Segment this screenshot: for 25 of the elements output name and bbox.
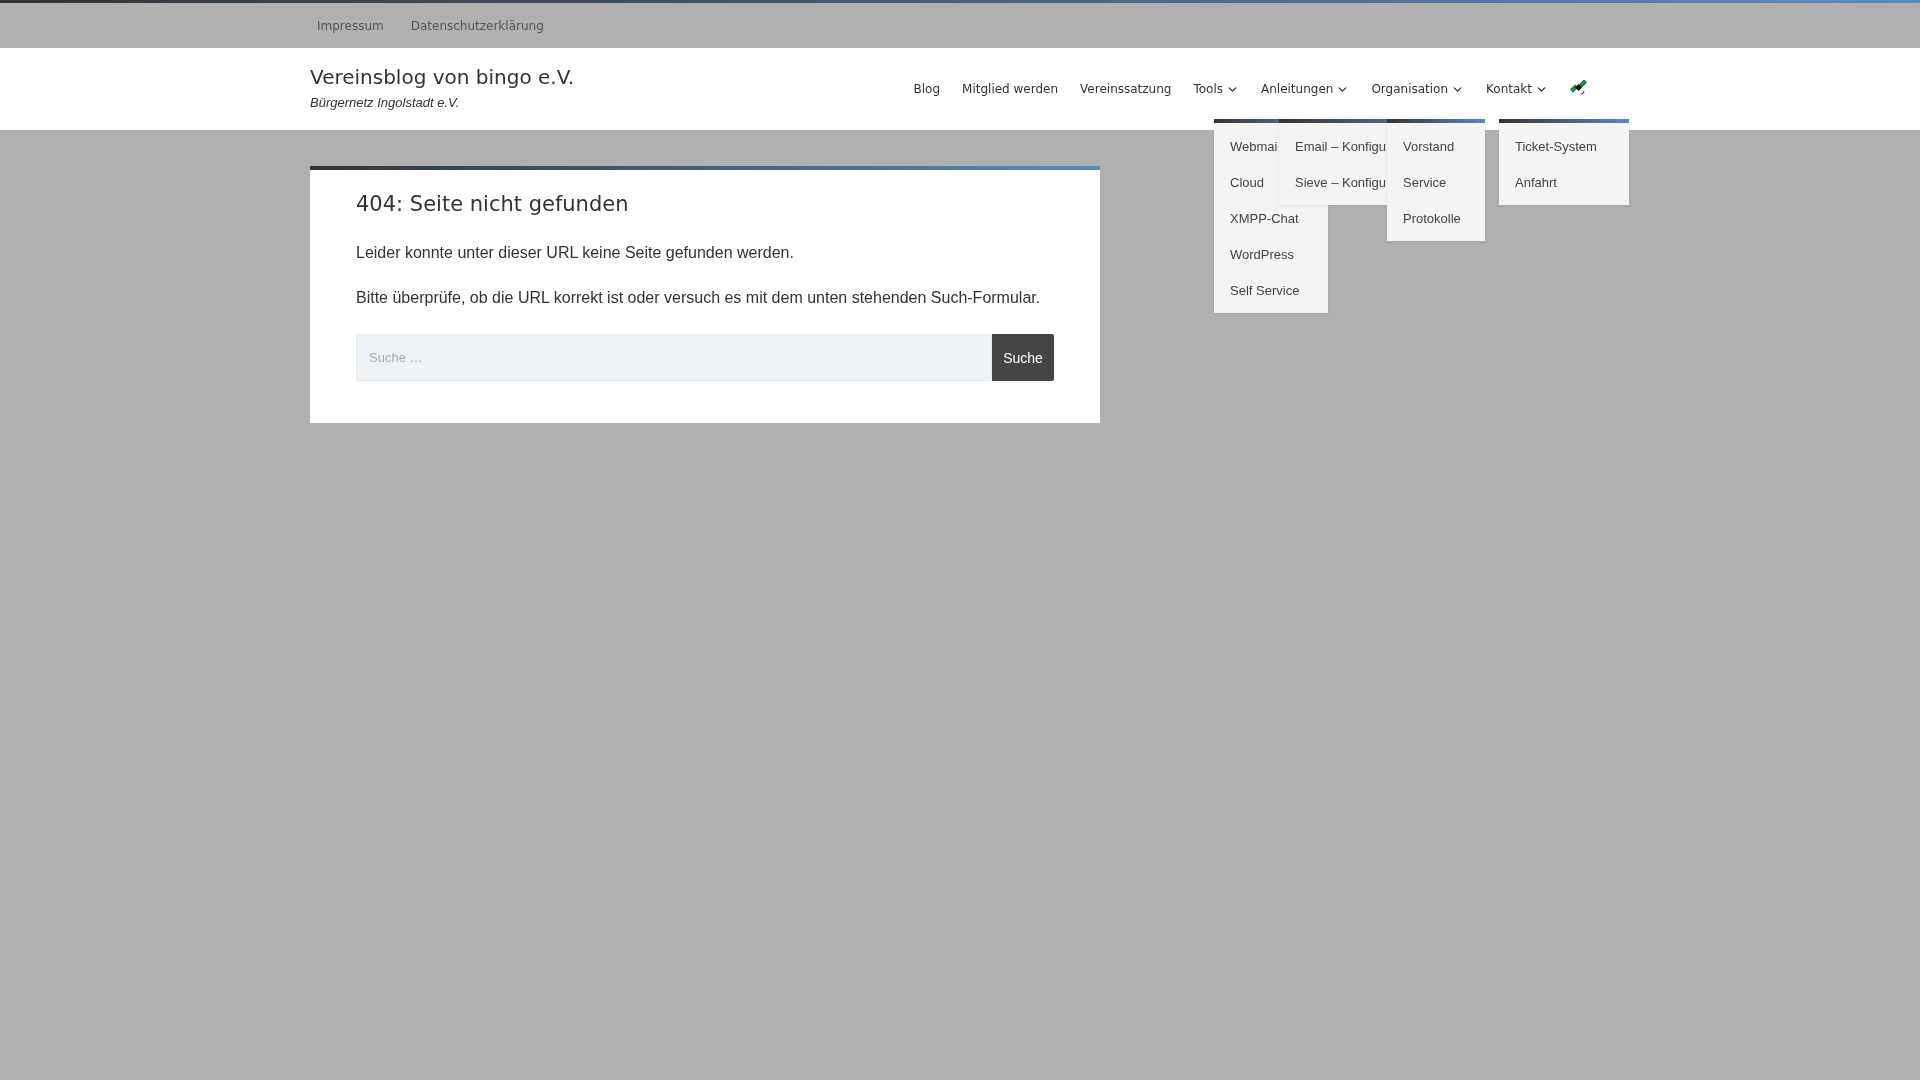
- nav-menu-item[interactable]: Organisation: [1371, 82, 1465, 96]
- nav-menu-item[interactable]: Vereinssatzung: [1080, 82, 1172, 96]
- dropdown-menu-item[interactable]: Service: [1387, 165, 1485, 201]
- site-title[interactable]: Vereinsblog von bingo e.V.: [310, 64, 575, 89]
- dropdown-menu-item[interactable]: Self Service: [1214, 273, 1328, 309]
- paragraph: Bitte überprüfe, ob die URL korrekt ist oder versuch es mit dem unten stehenden Such-Formular.: [356, 289, 1042, 307]
- paragraph: Leider konnte unter dieser URL keine Seite gefunden werden.: [356, 244, 795, 262]
- satellite-icon[interactable]: [1570, 80, 1588, 98]
- page-heading: 404: Seite nicht gefunden: [356, 192, 630, 216]
- top-bar-link[interactable]: Datenschutzerklärung: [403, 18, 556, 33]
- search-field[interactable]: Suche …: [356, 334, 992, 381]
- nav-menu-item[interactable]: Mitglied werden: [962, 82, 1059, 96]
- dropdown-menu-item[interactable]: Ticket-System: [1499, 129, 1629, 165]
- search-button[interactable]: Suche: [992, 334, 1054, 381]
- dropdown-menu-item[interactable]: XMPP-Chat: [1214, 201, 1328, 237]
- nav-menu-item[interactable]: Blog: [913, 82, 941, 96]
- nav-menu-item[interactable]: Kontakt: [1486, 82, 1548, 96]
- dropdown-menu-item[interactable]: WordPress: [1214, 237, 1328, 273]
- nav-menu-item[interactable]: Tools: [1193, 82, 1239, 96]
- dropdown-menu-item[interactable]: Vorstand: [1387, 129, 1485, 165]
- site-tagline: Bürgernetz Ingolstadt e.V.: [310, 94, 461, 110]
- dropdown-menu-item[interactable]: Protokolle: [1387, 201, 1485, 237]
- nav-menu-item[interactable]: Anleitungen: [1261, 82, 1350, 96]
- top-bar-link[interactable]: Impressum: [310, 18, 396, 33]
- dropdown-menu-item[interactable]: Anfahrt: [1499, 165, 1629, 201]
